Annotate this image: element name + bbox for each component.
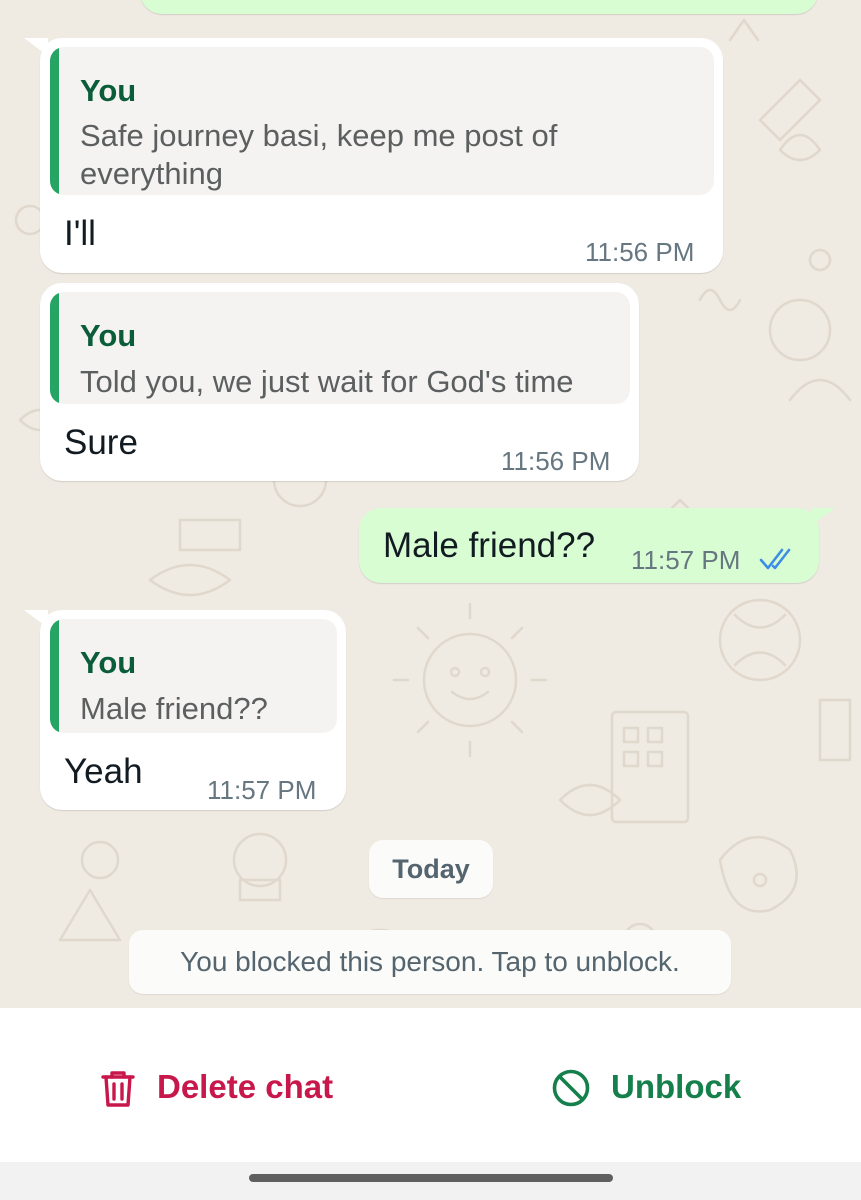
previous-outgoing-bubble[interactable] [140,0,818,14]
quote-accent-bar [50,619,59,733]
message-time: 11:56 PM [585,237,695,267]
quote-text: Told you, we just wait for God's time [80,364,574,399]
message-time: 11:57 PM [207,775,317,805]
bubble-tail [24,610,48,628]
trash-icon [101,1071,135,1107]
quote-author: You [80,73,137,108]
date-separator: Today [369,840,493,898]
blocked-actions-bar: Delete chat Unblock [0,1008,861,1162]
bubble-tail [811,508,835,526]
message-text: Yeah [64,752,143,791]
bubble-tail [24,38,48,56]
incoming-message[interactable]: You Told you, we just wait for God's tim… [40,283,639,481]
quote-accent-bar [50,292,59,404]
chat-area[interactable]: You Safe journey basi, keep me post of e… [0,0,861,1008]
quote-accent-bar [50,47,59,195]
message-text: Sure [64,423,138,462]
unblock-label: Unblock [611,1068,742,1105]
blocked-notice[interactable]: You blocked this person. Tap to unblock. [129,930,731,994]
double-check-read-icon [759,548,791,570]
block-icon [552,1069,590,1107]
quote-text: Male friend?? [80,691,268,726]
quoted-reply[interactable]: You Male friend?? [50,619,337,733]
quote-author: You [80,318,137,353]
message-text: Male friend?? [383,526,596,565]
unblock-button[interactable]: Unblock [548,1060,748,1110]
message-text: I'll [64,214,96,253]
outgoing-message[interactable]: Male friend?? 11:57 PM [359,508,835,583]
delete-chat-label: Delete chat [157,1068,334,1105]
incoming-message[interactable]: You Male friend?? Yeah 11:57 PM [24,610,346,810]
gesture-handle[interactable] [249,1174,613,1182]
quoted-reply[interactable]: You Safe journey basi, keep me post of e… [50,47,714,195]
message-time: 11:57 PM [631,545,741,575]
navigation-gesture-area [0,1162,861,1200]
delete-chat-button[interactable]: Delete chat [96,1060,336,1110]
quote-author: You [80,645,137,680]
quote-text: Safe journey basi, keep me post of every… [80,118,558,191]
message-time: 11:56 PM [501,446,611,476]
quoted-reply[interactable]: You Told you, we just wait for God's tim… [50,292,630,404]
incoming-message[interactable]: You Safe journey basi, keep me post of e… [24,38,723,273]
